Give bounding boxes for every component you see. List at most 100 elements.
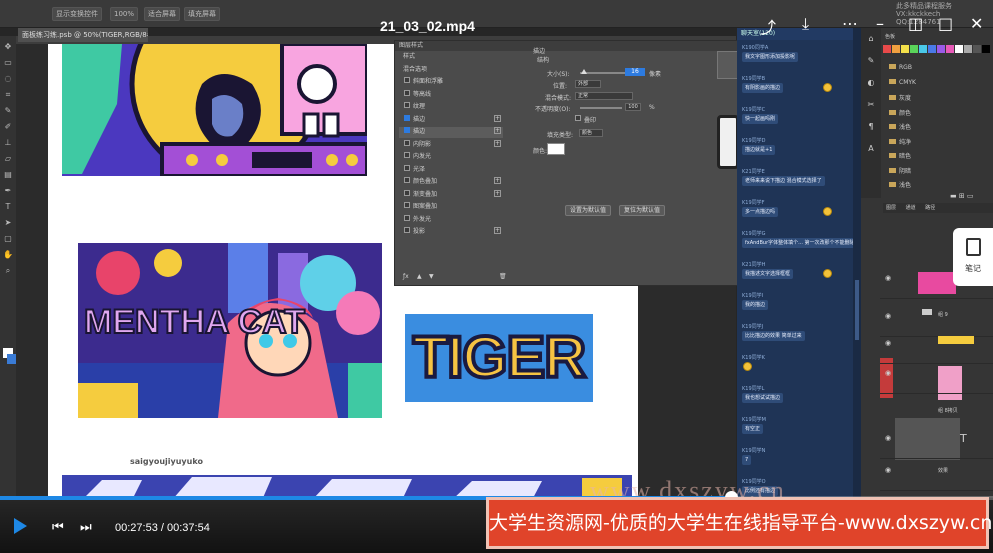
ad-banner[interactable]: 大学生资源网-优质的大学生在线指导平台-www.dxszyw.cn xyxy=(486,497,992,549)
color-swatch[interactable] xyxy=(937,45,945,53)
history-icon[interactable]: ⌂ xyxy=(865,34,877,44)
style-checkbox[interactable] xyxy=(404,164,410,171)
visibility-eye-icon[interactable]: ◉ xyxy=(885,274,891,282)
swatch-folder[interactable]: 阴暗 xyxy=(889,166,911,175)
style-checkbox[interactable] xyxy=(404,177,410,183)
layer-name[interactable]: 效果 xyxy=(938,467,948,474)
style-list-item[interactable]: 纹理 xyxy=(413,101,425,110)
layer-name[interactable]: T xyxy=(960,432,967,445)
maximize-icon[interactable]: □ xyxy=(938,14,953,33)
pen-tool-icon[interactable]: ✒ xyxy=(3,186,13,196)
brush-panel-icon[interactable]: ✎ xyxy=(865,56,877,66)
trash-icon[interactable]: 🗑 xyxy=(499,273,507,280)
visibility-eye-icon[interactable]: ◉ xyxy=(885,339,891,347)
tab-channels[interactable]: 通道 xyxy=(906,205,916,211)
selected-layer-row[interactable] xyxy=(895,418,960,460)
tab-layers[interactable]: 图层 xyxy=(886,205,896,211)
stroke-color-swatch[interactable] xyxy=(547,143,565,155)
color-swatch[interactable] xyxy=(910,45,918,53)
swatch-folder[interactable]: 浅色 xyxy=(889,180,911,189)
option-pill[interactable]: 适合屏幕 xyxy=(144,7,180,21)
marquee-tool-icon[interactable]: ▭ xyxy=(3,58,13,68)
move-tool-icon[interactable]: ✥ xyxy=(3,42,13,52)
hand-tool-icon[interactable]: ✋ xyxy=(3,250,13,260)
color-swatch[interactable] xyxy=(955,45,963,53)
style-list-item[interactable]: 投影 xyxy=(413,226,425,235)
brush-tool-icon[interactable]: ✐ xyxy=(3,122,13,132)
option-pill[interactable]: 填充屏幕 xyxy=(184,7,220,21)
reset-default-button[interactable]: 复位为默认值 xyxy=(619,205,665,216)
color-swatch[interactable] xyxy=(964,45,972,53)
opacity-slider[interactable] xyxy=(580,107,622,109)
visibility-eye-icon[interactable]: ◉ xyxy=(885,312,891,320)
visibility-eye-icon[interactable]: ◉ xyxy=(885,466,891,474)
visibility-eye-icon[interactable]: ◉ xyxy=(885,369,891,377)
position-select[interactable]: 外部 xyxy=(575,80,601,88)
notes-button[interactable]: 笔记 xyxy=(953,228,993,286)
color-swatch[interactable] xyxy=(973,45,981,53)
style-list-item[interactable]: 图案叠加 xyxy=(413,201,437,210)
style-checkbox[interactable] xyxy=(404,189,410,196)
add-effect-icon[interactable]: + xyxy=(494,127,501,134)
eyedropper-tool-icon[interactable]: ✎ xyxy=(3,106,13,116)
swatch-folder[interactable]: 纯净 xyxy=(889,137,911,146)
color-swatch[interactable] xyxy=(946,45,954,53)
color-swatch[interactable] xyxy=(901,45,909,53)
color-swatch[interactable] xyxy=(982,45,990,53)
style-checkbox[interactable] xyxy=(404,77,410,83)
size-input[interactable]: 16 xyxy=(625,68,645,76)
style-list-item[interactable]: 描边 xyxy=(413,126,425,135)
style-checkbox[interactable] xyxy=(404,127,410,133)
option-pill[interactable]: 100% xyxy=(110,7,139,21)
color-swatch[interactable] xyxy=(919,45,927,53)
style-list-item[interactable]: 等高线 xyxy=(413,89,431,98)
style-list-item[interactable]: 外发光 xyxy=(413,214,431,223)
blend-mode-select[interactable]: 正常 xyxy=(575,92,633,100)
zoom-tool-icon[interactable]: ⌕ xyxy=(3,266,13,276)
move-up-icon[interactable]: ▲ xyxy=(417,273,422,280)
next-icon[interactable]: ⏭ xyxy=(80,520,92,535)
add-effect-icon[interactable]: + xyxy=(494,177,501,184)
style-list-item[interactable]: 光泽 xyxy=(413,164,425,173)
add-effect-icon[interactable]: + xyxy=(494,114,501,122)
eraser-tool-icon[interactable]: ▱ xyxy=(3,154,13,164)
add-effect-icon[interactable]: + xyxy=(494,189,501,197)
crop-tool-icon[interactable]: ⌗ xyxy=(3,90,13,100)
swatch-folder[interactable]: CMYK xyxy=(889,78,916,86)
fill-type-select[interactable]: 颜色 xyxy=(579,129,603,137)
swatch-folder[interactable]: 颜色 xyxy=(889,108,911,117)
download-icon[interactable]: ⤓ xyxy=(802,14,809,34)
gradient-tool-icon[interactable]: ▤ xyxy=(3,170,13,180)
document-tab[interactable]: 面板练习练.psb @ 50%(TIGER,RGB/8#) * xyxy=(18,28,148,42)
style-checkbox[interactable] xyxy=(404,152,410,158)
chat-scroll-thumb[interactable] xyxy=(855,280,859,340)
color-swatch[interactable] xyxy=(883,45,891,53)
style-list-item[interactable]: 混合选项 xyxy=(403,64,427,73)
style-list-item[interactable]: 斜面和浮雕 xyxy=(413,76,443,85)
color-swatch[interactable] xyxy=(928,45,936,53)
style-checkbox[interactable] xyxy=(404,89,410,96)
play-button[interactable] xyxy=(14,518,27,534)
style-list-item[interactable]: 内阴影 xyxy=(413,139,431,148)
color-swatch[interactable] xyxy=(892,45,900,53)
stamp-tool-icon[interactable]: ⊥ xyxy=(3,138,13,148)
share-icon[interactable]: ⤴ xyxy=(760,14,776,38)
style-checkbox[interactable] xyxy=(404,139,410,146)
swatch-folder[interactable]: 暗色 xyxy=(889,151,911,160)
chat-scrollbar[interactable] xyxy=(853,28,861,498)
style-list-item[interactable]: 样式 xyxy=(403,51,415,60)
add-effect-icon[interactable]: + xyxy=(494,139,501,147)
ok-button[interactable] xyxy=(717,51,739,79)
fx-icon[interactable]: ƒx xyxy=(403,273,409,280)
set-default-button[interactable]: 设置为默认值 xyxy=(565,205,611,216)
move-down-icon[interactable]: ▼ xyxy=(429,273,434,280)
scissors-icon[interactable]: ✂ xyxy=(865,100,877,110)
character-icon[interactable]: A xyxy=(865,144,877,154)
minimize-icon[interactable]: – xyxy=(876,14,884,33)
tiger-text-layer[interactable]: TIGER xyxy=(405,314,593,402)
pip-icon[interactable]: ◫ xyxy=(908,14,923,33)
paragraph-icon[interactable]: ¶ xyxy=(865,122,877,132)
style-list-item[interactable]: 颜色叠加 xyxy=(413,176,437,185)
style-list-item[interactable]: 描边 xyxy=(413,114,425,123)
tab-paths[interactable]: 路径 xyxy=(925,205,935,211)
